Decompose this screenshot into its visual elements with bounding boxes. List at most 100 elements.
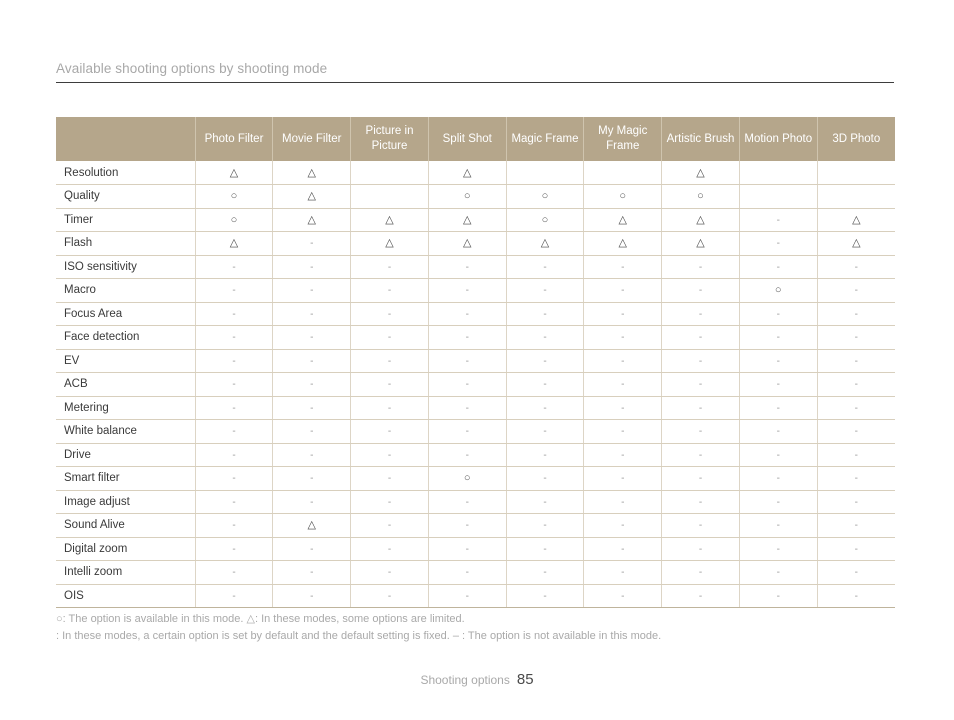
option-cell: - <box>583 278 663 303</box>
option-cell: - <box>583 537 663 561</box>
option-cell: △ <box>661 231 740 256</box>
option-cell: - <box>661 584 740 608</box>
option-cell: - <box>817 302 895 326</box>
option-cell: - <box>739 255 818 279</box>
symbol-dash: - <box>310 473 314 485</box>
option-cell: - <box>350 255 429 279</box>
symbol-dash: - <box>387 520 392 532</box>
symbol-dash: - <box>621 355 625 367</box>
symbol-dash: - <box>232 496 236 508</box>
row-label: Smart filter <box>56 466 196 491</box>
option-cell: - <box>739 443 818 467</box>
symbol-triangle: △ <box>696 213 705 226</box>
option-cell: △ <box>195 161 274 185</box>
option-cell: - <box>506 537 585 561</box>
symbol-dash: - <box>543 496 547 508</box>
option-cell: - <box>350 443 429 467</box>
legend-line-2: : In these modes, a certain option is se… <box>56 630 662 642</box>
option-cell: - <box>428 325 507 350</box>
symbol-triangle: △ <box>385 237 394 250</box>
option-cell: - <box>428 490 507 514</box>
symbol-dash: - <box>232 590 236 602</box>
option-cell: - <box>661 325 740 350</box>
symbol-dash: - <box>698 543 703 555</box>
symbol-dash: - <box>232 543 236 555</box>
option-cell: - <box>739 325 818 350</box>
option-cell: - <box>272 419 352 444</box>
option-cell: - <box>195 419 274 444</box>
option-cell: - <box>506 466 585 491</box>
option-cell: ○ <box>583 184 663 209</box>
option-cell: - <box>272 255 352 279</box>
symbol-dash: - <box>776 355 780 367</box>
table-row: Intelli zoom - - - - - - - - - <box>56 560 895 585</box>
option-cell: - <box>583 584 663 608</box>
option-cell: - <box>739 231 818 256</box>
option-cell: - <box>817 466 895 491</box>
symbol-dash: - <box>698 449 703 461</box>
option-cell: - <box>661 372 740 397</box>
option-cell: - <box>739 302 818 326</box>
option-cell: - <box>428 372 507 397</box>
option-cell: - <box>506 302 585 326</box>
option-cell: - <box>272 490 352 514</box>
option-cell: - <box>661 255 740 279</box>
section-header: Available shooting options by shooting m… <box>56 60 894 83</box>
option-cell: △ <box>661 161 740 185</box>
option-cell: - <box>195 372 274 397</box>
option-cell: - <box>583 349 663 373</box>
symbol-dash: - <box>854 473 858 485</box>
option-cell: - <box>739 372 818 397</box>
symbol-dash: - <box>543 355 547 367</box>
symbol-dash: - <box>854 543 858 555</box>
symbol-dash: - <box>543 308 547 320</box>
option-cell: ○ <box>661 184 740 209</box>
option-cell: - <box>661 560 740 585</box>
symbol-dash: - <box>776 543 780 555</box>
column-header-picture-in-picture: Picture in Picture <box>350 117 429 161</box>
symbol-dash: - <box>854 332 858 344</box>
symbol-dash: - <box>232 567 236 579</box>
option-cell: - <box>583 255 663 279</box>
option-cell: - <box>661 466 740 491</box>
option-cell: ○ <box>195 184 274 209</box>
option-cell <box>350 161 429 185</box>
option-cell: - <box>428 443 507 467</box>
symbol-dash: - <box>854 496 858 508</box>
table-corner-cell <box>56 117 196 161</box>
option-cell <box>350 184 429 209</box>
symbol-dash: - <box>232 379 236 391</box>
symbol-dash: - <box>854 285 858 297</box>
option-cell: - <box>350 372 429 397</box>
option-cell: - <box>195 255 274 279</box>
table-row: Resolution △ △ △ △ <box>56 161 895 185</box>
table-row: Digital zoom - - - - - - - - - <box>56 537 895 561</box>
option-cell: - <box>661 537 740 561</box>
column-header-photo-filter: Photo Filter <box>195 117 274 161</box>
symbol-dash: - <box>543 426 547 438</box>
symbol-dash: - <box>310 543 314 555</box>
symbol-dash: - <box>776 567 780 579</box>
symbol-triangle: △ <box>463 213 472 226</box>
option-cell: - <box>506 560 585 585</box>
table-row: Sound Alive - △ - - - - - - - <box>56 513 895 538</box>
option-cell: - <box>506 443 585 467</box>
symbol-dash: - <box>621 473 625 485</box>
symbol-dash: - <box>621 285 625 297</box>
option-cell: - <box>350 560 429 585</box>
table-row: Focus Area - - - - - - - - - <box>56 302 895 326</box>
option-cell: - <box>506 372 585 397</box>
column-header-movie-filter: Movie Filter <box>272 117 352 161</box>
symbol-dash: - <box>387 543 392 555</box>
symbol-dash: - <box>776 520 780 532</box>
option-cell: - <box>195 349 274 373</box>
table-row: ACB - - - - - - - - - <box>56 372 895 397</box>
symbol-dash: - <box>776 402 780 414</box>
table-row: OIS - - - - - - - - - <box>56 584 895 608</box>
table-row: Drive - - - - - - - - - <box>56 443 895 467</box>
footer-label: Shooting options <box>420 673 510 687</box>
symbol-triangle: △ <box>307 519 316 532</box>
symbol-dash: - <box>465 332 469 344</box>
symbol-triangle: △ <box>463 166 472 179</box>
symbol-triangle: △ <box>852 237 861 250</box>
